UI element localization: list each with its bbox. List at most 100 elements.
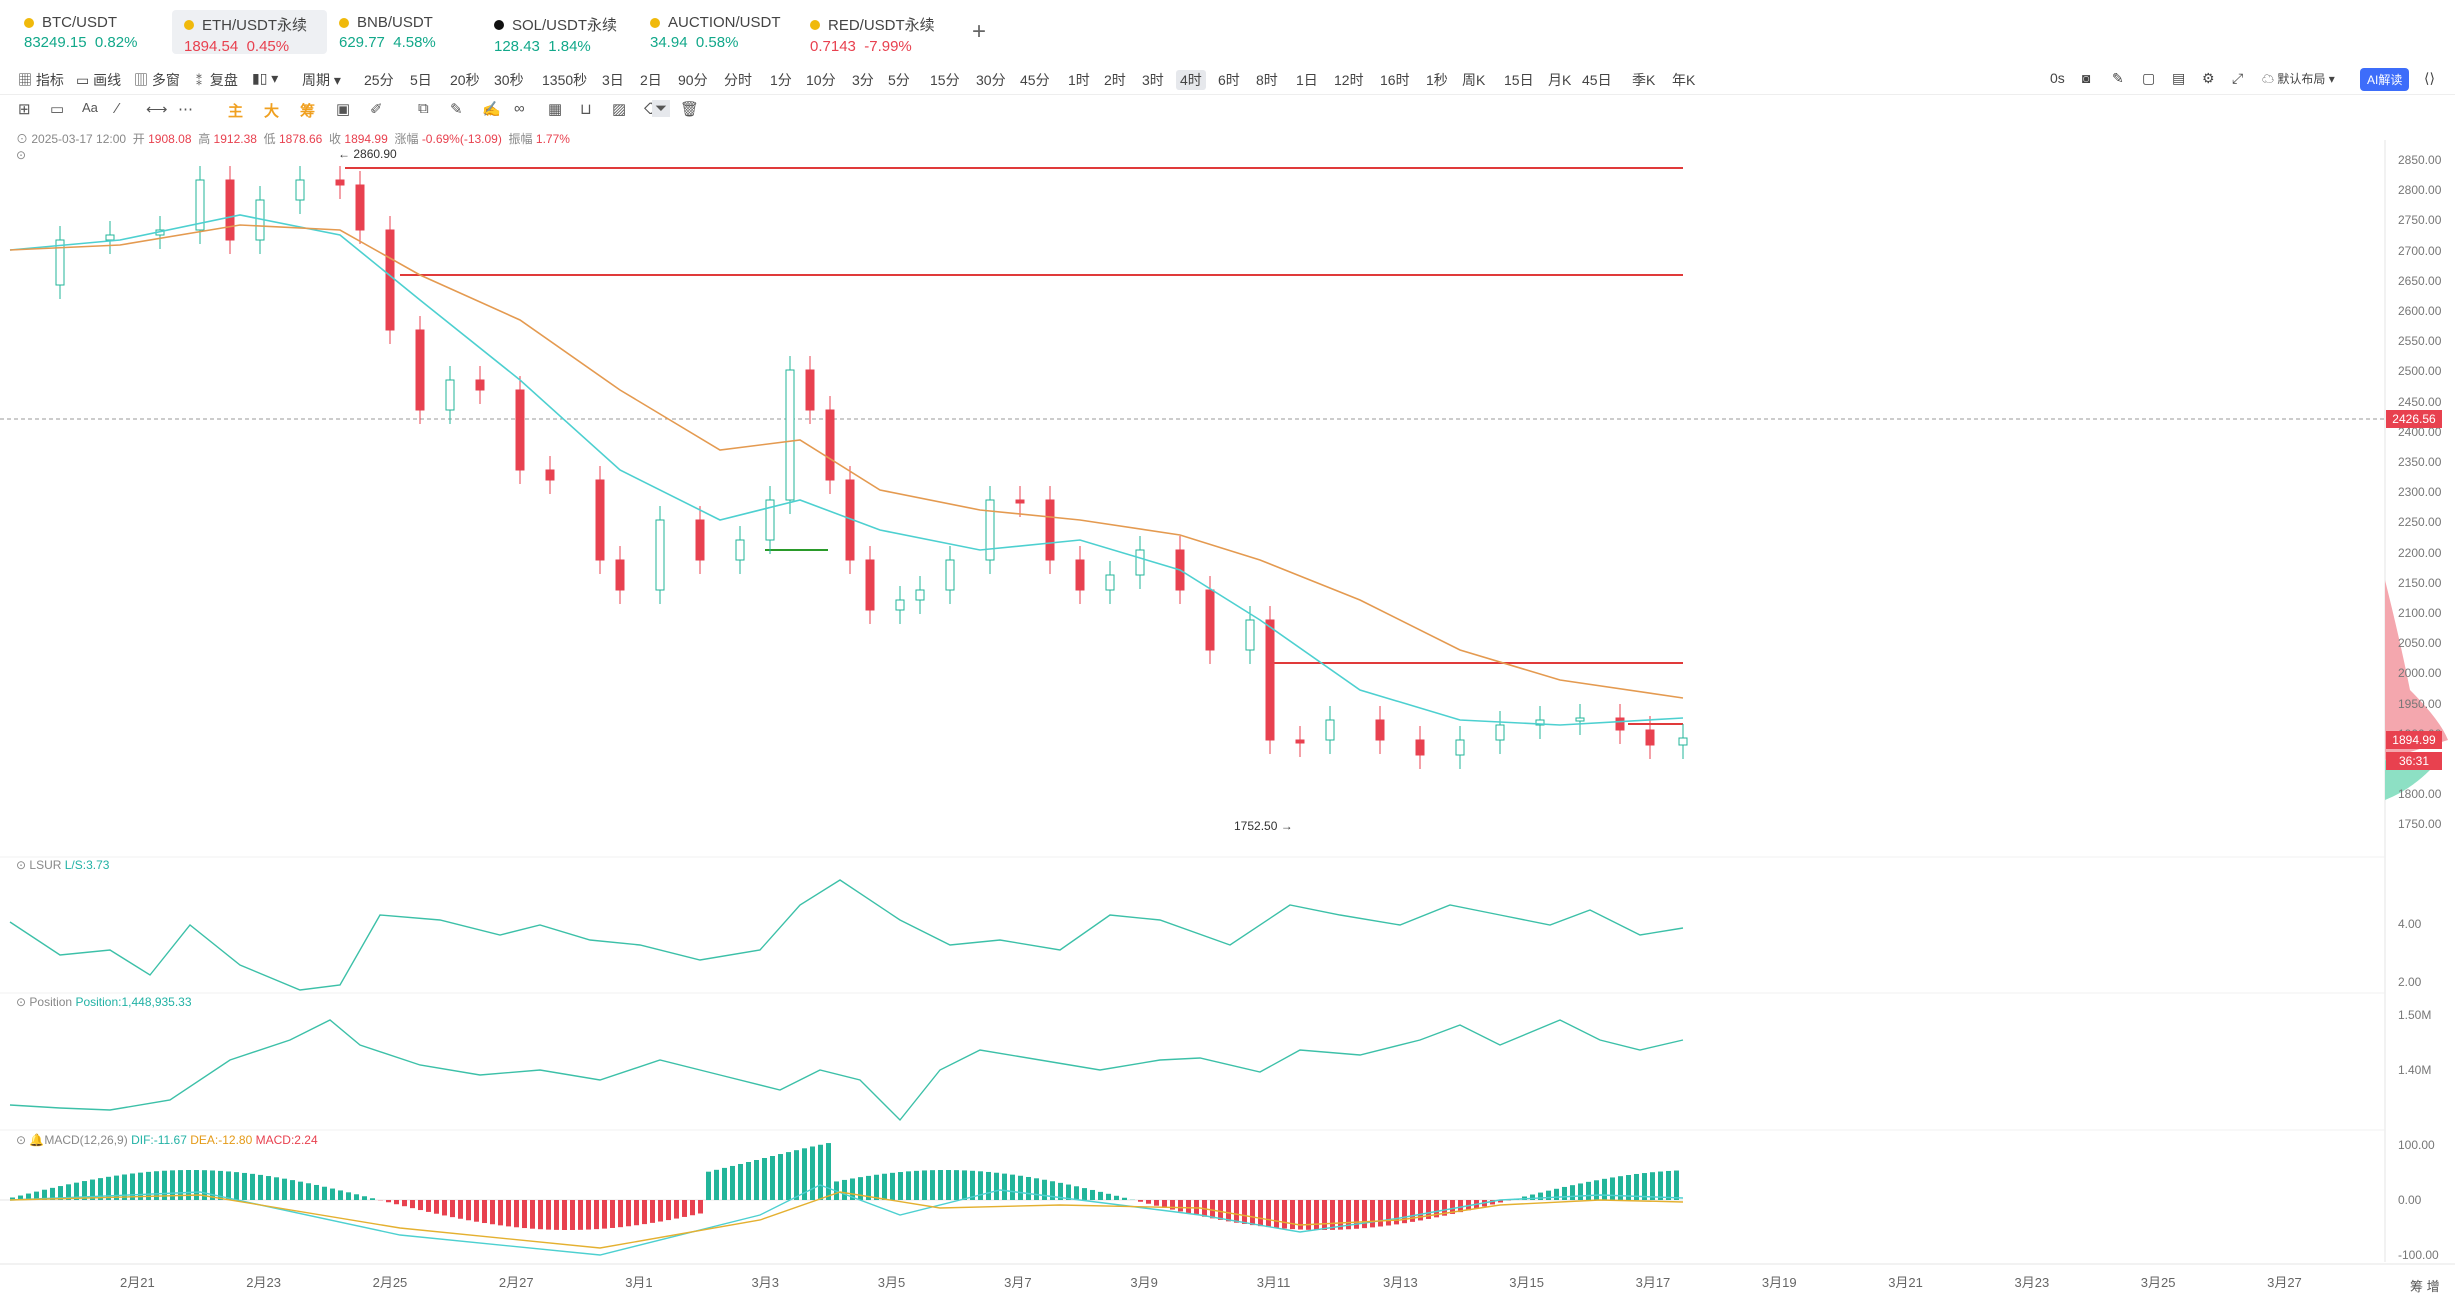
- countdown-tag: 36:31: [2386, 752, 2442, 770]
- candle-body: [1105, 574, 1115, 591]
- candlestick-chart[interactable]: [0, 0, 2455, 1296]
- candle-body: [805, 369, 815, 411]
- macd-bar: [970, 1170, 975, 1200]
- high-annotation: ← 2860.90: [338, 147, 397, 161]
- time-axis-label: 3月11: [1256, 1275, 1291, 1290]
- price-axis-label: 2300.00: [2398, 485, 2442, 500]
- macd-bar: [362, 1196, 367, 1200]
- macd-axis-label: 0.00: [2398, 1193, 2422, 1207]
- macd-bar: [402, 1200, 407, 1207]
- macd-bar: [522, 1200, 527, 1229]
- candle-body: [1265, 619, 1275, 741]
- macd-bar: [1338, 1200, 1343, 1230]
- candle-body: [1415, 739, 1425, 756]
- macd-bar: [282, 1178, 287, 1200]
- macd-bar: [290, 1180, 295, 1200]
- macd-bar: [1530, 1194, 1535, 1200]
- macd-bar: [114, 1175, 119, 1200]
- macd-bar: [1538, 1192, 1543, 1200]
- macd-bar: [514, 1200, 519, 1228]
- macd-bar: [1650, 1172, 1655, 1200]
- macd-bar: [586, 1200, 591, 1230]
- macd-bar: [1242, 1200, 1247, 1224]
- time-axis-label: 3月1: [625, 1275, 653, 1290]
- candle-body: [655, 519, 665, 591]
- macd-bar: [538, 1200, 543, 1230]
- candle-body: [1375, 719, 1385, 741]
- candle-body: [1615, 717, 1625, 731]
- macd-bar: [922, 1170, 927, 1200]
- time-axis-label: 3月21: [1888, 1275, 1923, 1290]
- time-axis-label: 3月27: [2267, 1275, 2302, 1290]
- time-axis-label: 2月21: [120, 1275, 155, 1290]
- macd-bar: [938, 1170, 943, 1200]
- crosshair-price-tag: 2426.56: [2386, 410, 2442, 428]
- candle-body: [1245, 619, 1255, 651]
- candle-body: [1678, 737, 1688, 746]
- candle-body: [415, 329, 425, 411]
- price-axis-label: 2650.00: [2398, 273, 2442, 288]
- macd-bar: [298, 1181, 303, 1200]
- candle-body: [1455, 739, 1465, 756]
- macd-bar: [930, 1170, 935, 1200]
- macd-bar: [410, 1200, 415, 1209]
- candle-body: [295, 179, 305, 201]
- price-axis-label: 2700.00: [2398, 243, 2442, 258]
- macd-bar: [1266, 1200, 1271, 1228]
- price-axis-label: 2450.00: [2398, 394, 2442, 409]
- corner-label: 筹 增: [2410, 1279, 2440, 1294]
- price-axis-label: 1750.00: [2398, 817, 2442, 832]
- candle-body: [865, 559, 875, 611]
- macd-bar: [1002, 1173, 1007, 1200]
- time-axis-label: 3月15: [1509, 1275, 1544, 1290]
- macd-bar: [770, 1156, 775, 1200]
- macd-bar: [562, 1200, 567, 1230]
- price-axis-label: 2800.00: [2398, 183, 2442, 198]
- candle-body: [595, 479, 605, 561]
- macd-bar: [618, 1200, 623, 1228]
- macd-bar: [1586, 1181, 1591, 1200]
- time-axis-label: 3月19: [1761, 1275, 1797, 1290]
- macd-bar: [1250, 1200, 1255, 1226]
- macd-bar: [418, 1200, 423, 1211]
- candle-body: [1645, 729, 1655, 746]
- candle-body: [355, 184, 365, 231]
- price-axis-label: 2550.00: [2398, 334, 2442, 349]
- price-axis-label: 1950.00: [2398, 696, 2442, 711]
- macd-bar: [250, 1173, 255, 1200]
- candle-body: [385, 229, 395, 331]
- macd-bar: [386, 1200, 391, 1203]
- macd-bar: [1034, 1178, 1039, 1200]
- time-axis-label: 3月13: [1383, 1275, 1418, 1290]
- macd-bar: [1322, 1200, 1327, 1230]
- macd-bar: [1258, 1200, 1263, 1227]
- macd-bar: [234, 1172, 239, 1200]
- macd-bar: [426, 1200, 431, 1212]
- macd-bar: [306, 1183, 311, 1200]
- macd-bar: [858, 1177, 863, 1200]
- price-axis-label: 2250.00: [2398, 515, 2442, 530]
- candle-body: [1045, 499, 1055, 561]
- candle-body: [1135, 549, 1145, 576]
- macd-bar: [546, 1200, 551, 1230]
- price-axis-label: 2150.00: [2398, 575, 2442, 590]
- macd-bar: [658, 1200, 663, 1222]
- macd-bar: [1602, 1178, 1607, 1200]
- macd-bar: [506, 1200, 511, 1227]
- macd-bar: [1330, 1200, 1335, 1230]
- macd-legend: ⊙ 🔔MACD(12,26,9) DIF:-11.67 DEA:-12.80 M…: [16, 1133, 318, 1147]
- time-axis-label: 3月7: [1004, 1275, 1032, 1290]
- macd-bar: [1154, 1200, 1159, 1206]
- candle-body: [1295, 739, 1305, 744]
- macd-bar: [674, 1200, 679, 1219]
- macd-bar: [1074, 1186, 1079, 1200]
- price-axis-label: 2850.00: [2398, 153, 2442, 167]
- macd-bar: [810, 1146, 815, 1200]
- macd-bar: [1546, 1190, 1551, 1200]
- ma-slow-line: [9, 224, 1684, 699]
- macd-bar: [554, 1200, 559, 1230]
- macd-bar: [1146, 1200, 1151, 1204]
- macd-bar: [842, 1179, 847, 1200]
- macd-bar: [1026, 1176, 1031, 1200]
- macd-bar: [746, 1161, 751, 1200]
